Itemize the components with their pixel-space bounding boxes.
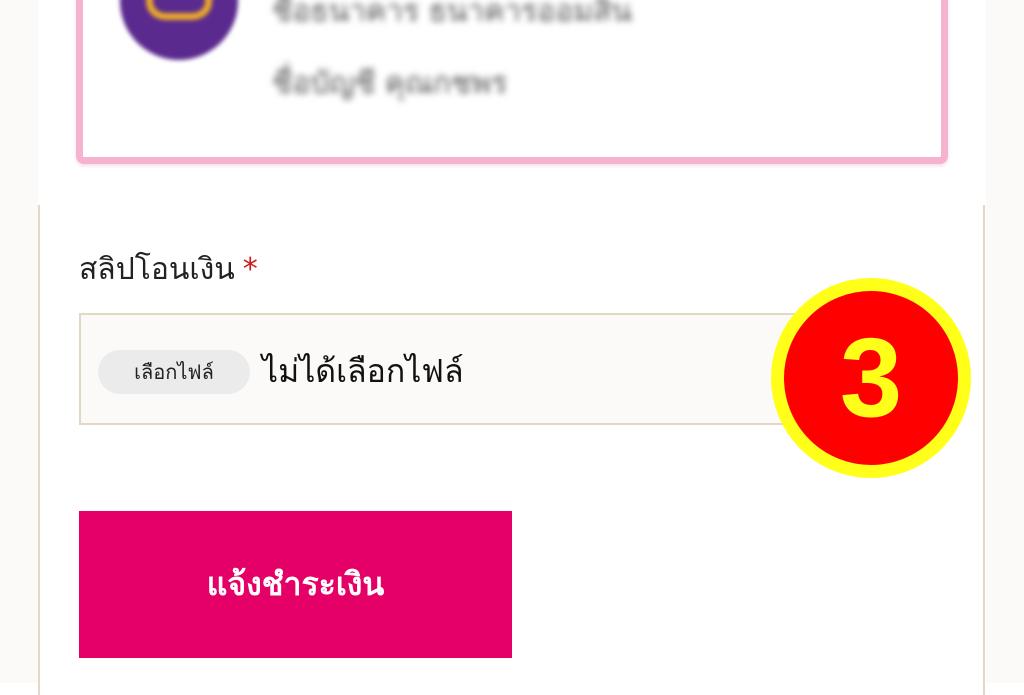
slip-label-text: สลิปโอนเงิน	[79, 252, 235, 287]
required-asterisk: *	[242, 252, 258, 287]
step-number-badge: 3	[771, 278, 971, 478]
right-gutter	[986, 0, 1024, 683]
bank-name-line: ชื่อธนาคาร ธนาคารออมสิน	[272, 0, 632, 29]
account-name-line: ชื่อบัญชี คุณกชพร	[272, 66, 508, 101]
no-file-selected-text: ไม่ได้เลือกไฟล์	[262, 352, 464, 390]
left-gutter	[0, 0, 38, 683]
submit-payment-button[interactable]: แจ้งชำระเงิน	[79, 511, 512, 658]
choose-file-button[interactable]: เลือกไฟล์	[98, 350, 250, 394]
slip-field-label: สลิปโอนเงิน *	[79, 246, 258, 293]
